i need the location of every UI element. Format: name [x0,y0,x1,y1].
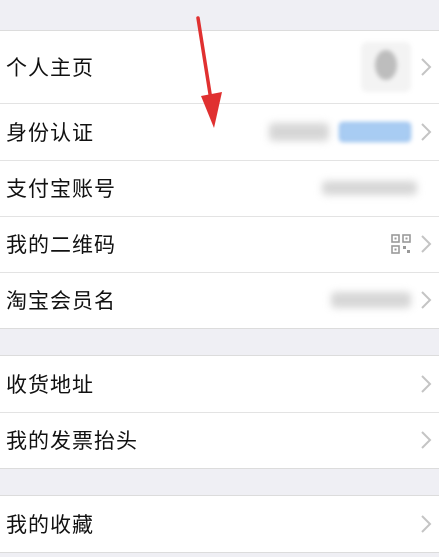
row-alipay[interactable]: 支付宝账号 [0,160,439,216]
row-taobao-member[interactable]: 淘宝会员名 [0,272,439,328]
row-qrcode[interactable]: 我的二维码 [0,216,439,272]
member-name [331,292,411,308]
account-group: 个人主页 身份认证 支付宝账号 我的二维码 淘宝会员名 [0,30,439,329]
chevron-right-icon [421,291,432,309]
qr-area [391,234,411,254]
avatar [361,42,411,92]
chevron-right-icon [421,122,432,141]
qr-code-icon [391,234,411,254]
identity-info [269,121,411,142]
section-spacer [0,469,439,495]
row-label: 我的收藏 [6,513,94,537]
avatar-area [361,42,411,92]
row-identity[interactable]: 身份认证 [0,103,439,160]
chevron-right-icon [421,58,432,76]
chevron-right-icon [421,375,432,393]
address-group: 收货地址 我的发票抬头 [0,355,439,469]
blurred-name [269,122,329,141]
blurred-member [331,292,411,308]
section-spacer [0,329,439,355]
row-profile[interactable]: 个人主页 [0,31,439,103]
verified-badge [339,121,411,142]
chevron-right-icon [421,431,432,449]
row-invoice[interactable]: 我的发票抬头 [0,412,439,468]
row-favorites[interactable]: 我的收藏 [0,496,439,552]
top-spacer [0,0,439,30]
chevron-right-icon [421,235,432,253]
row-address[interactable]: 收货地址 [0,356,439,412]
favorites-group: 我的收藏 [0,495,439,553]
row-label: 我的发票抬头 [6,429,138,453]
chevron-right-icon [421,515,432,533]
row-label: 收货地址 [6,373,94,397]
row-label: 我的二维码 [6,233,116,257]
blurred-account [322,181,417,195]
alipay-account [322,181,417,195]
